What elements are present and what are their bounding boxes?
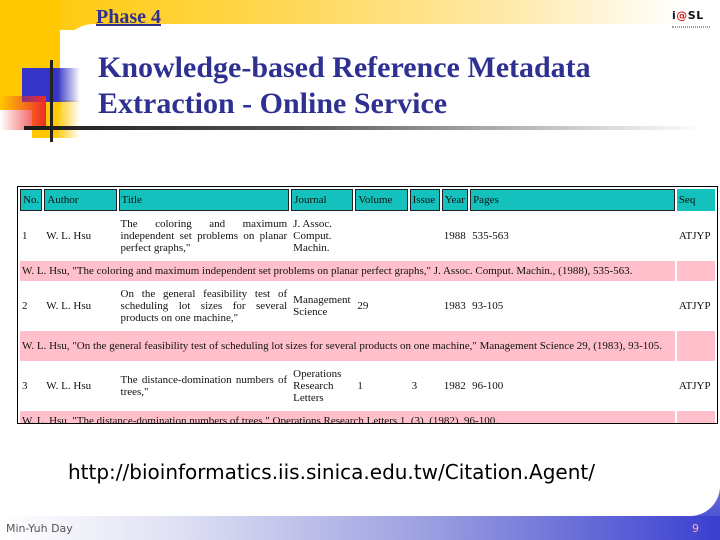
table-row: 2 W. L. Hsu On the general feasibility t… (20, 283, 715, 329)
column-header-pages: Pages (470, 189, 675, 211)
cell-citation: W. L. Hsu, "The distance-domination numb… (20, 411, 675, 423)
column-header-title: Title (118, 189, 290, 211)
cell-citation: W. L. Hsu, "On the general feasibility t… (20, 331, 675, 361)
cell-issue: 3 (411, 380, 418, 392)
cell-year: 1983 (443, 300, 466, 312)
page-number: 9 (692, 522, 699, 535)
cell-issue (410, 283, 440, 329)
cell-volume (355, 213, 407, 259)
cell-year: 1988 (443, 230, 466, 242)
citation-row: W. L. Hsu, "The distance-domination numb… (20, 411, 715, 423)
cell-year: 1982 (443, 380, 466, 392)
column-header-journal: Journal (291, 189, 354, 211)
table-row: 1 W. L. Hsu The coloring and maximum ind… (20, 213, 715, 259)
cell-pages: 535-563 (472, 230, 509, 242)
cell-pages: 96-100 (472, 380, 504, 392)
title-underline-rule (24, 126, 704, 130)
cell-title: The distance-domination numbers of trees… (120, 374, 288, 398)
cell-title: On the general feasibility test of sched… (120, 288, 288, 324)
logo-subtitle-graphic (672, 26, 710, 28)
cell-no: 1 (22, 230, 28, 242)
table-header-row: No. Author Title Journal Volume Issue Ye… (20, 189, 715, 211)
logo-at-icon: @ (676, 9, 688, 22)
logo-suffix: SL (687, 9, 704, 22)
cell-author: W. L. Hsu (46, 230, 92, 242)
cell-seq: ATJYP (678, 380, 711, 392)
citation-agent-screenshot: No. Author Title Journal Volume Issue Ye… (17, 186, 718, 424)
cell-volume: 29 (357, 300, 369, 312)
cell-seq: ATJYP (678, 230, 711, 242)
citation-row: W. L. Hsu, "The coloring and maximum ind… (20, 261, 715, 281)
cell-citation: W. L. Hsu, "The coloring and maximum ind… (20, 261, 675, 281)
table-row: 3 W. L. Hsu The distance-domination numb… (20, 363, 715, 409)
phase-label: Phase 4 (96, 6, 161, 28)
cell-citation-seq (676, 331, 715, 361)
decorative-red-square (0, 96, 46, 130)
cell-journal: Operations Research Letters (293, 368, 342, 404)
reference-metadata-table: No. Author Title Journal Volume Issue Ye… (18, 187, 717, 423)
footer-author: Min-Yuh Day (6, 522, 73, 535)
column-header-year: Year (441, 189, 469, 211)
cell-citation-seq (676, 411, 715, 423)
column-header-author: Author (44, 189, 117, 211)
cell-no: 3 (22, 380, 28, 392)
cell-seq: ATJYP (678, 300, 711, 312)
cell-author: W. L. Hsu (46, 300, 92, 312)
logo-text: i@SL (672, 9, 704, 22)
slide-title-line-1: Knowledge-based Reference Metadata (98, 51, 591, 84)
cell-volume: 1 (357, 380, 363, 392)
column-header-volume: Volume (355, 189, 408, 211)
cell-citation-seq (676, 261, 715, 281)
cell-pages: 93-105 (472, 300, 504, 312)
cell-title: The coloring and maximum independent set… (120, 218, 288, 254)
service-url[interactable]: http://bioinformatics.iis.sinica.edu.tw/… (68, 460, 595, 484)
cell-issue (410, 213, 440, 259)
column-header-seq: Seq (676, 189, 715, 211)
footer-band (0, 516, 720, 540)
column-header-issue: Issue (409, 189, 440, 211)
citation-row: W. L. Hsu, "On the general feasibility t… (20, 331, 715, 361)
cell-no: 2 (22, 300, 28, 312)
cell-author: W. L. Hsu (46, 380, 92, 392)
cell-journal: J. Assoc. Comput. Machin. (293, 218, 332, 254)
cell-journal: Management Science (293, 294, 351, 318)
slide-title-line-2: Extraction - Online Service (98, 87, 448, 120)
slide-title: Knowledge-based Reference Metadata Extra… (98, 50, 591, 122)
iasl-logo: i@SL (672, 6, 716, 28)
column-header-no: No. (20, 189, 43, 211)
